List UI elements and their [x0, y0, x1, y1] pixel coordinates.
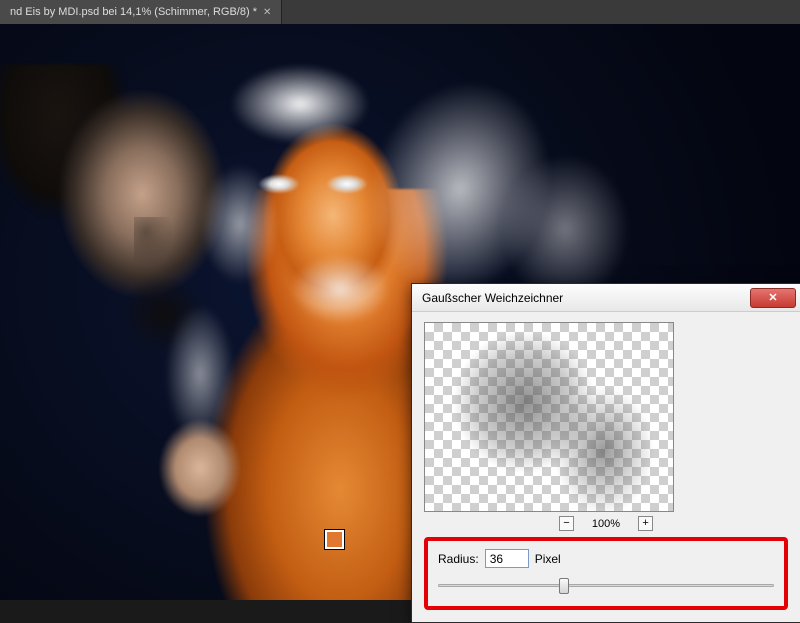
color-swatch[interactable] — [325, 530, 344, 549]
artwork-flame-wisp — [500, 154, 630, 304]
dialog-titlebar[interactable]: Gaußscher Weichzeichner ✕ — [412, 284, 800, 312]
radius-label: Radius: — [438, 552, 479, 566]
dialog-title: Gaußscher Weichzeichner — [422, 291, 750, 305]
artwork-flame-wisp — [230, 64, 370, 144]
close-icon: ✕ — [768, 291, 777, 304]
gaussian-blur-dialog: Gaußscher Weichzeichner ✕ − 100% + — [411, 283, 800, 623]
artwork-flame-wisp — [290, 254, 390, 324]
canvas-area: Gaußscher Weichzeichner ✕ − 100% + — [0, 24, 800, 600]
slider-track — [438, 584, 774, 587]
document-tab-bar: nd Eis by MDI.psd bei 14,1% (Schimmer, R… — [0, 0, 800, 24]
document-tab-title: nd Eis by MDI.psd bei 14,1% (Schimmer, R… — [10, 6, 257, 18]
document-tab[interactable]: nd Eis by MDI.psd bei 14,1% (Schimmer, R… — [0, 0, 282, 24]
dialog-body: − 100% + Radius: Pixel — [412, 312, 800, 622]
filter-preview[interactable] — [424, 322, 674, 512]
dialog-close-button[interactable]: ✕ — [750, 288, 796, 308]
radius-unit: Pixel — [535, 552, 561, 566]
zoom-in-button[interactable]: + — [638, 516, 653, 531]
minus-icon: − — [563, 518, 569, 529]
plus-icon: + — [642, 518, 648, 529]
zoom-controls: − 100% + — [424, 516, 788, 531]
artwork-flame-wisp — [165, 304, 235, 444]
zoom-level: 100% — [592, 518, 620, 530]
radius-slider[interactable] — [438, 578, 774, 594]
artwork-flame-wisp — [200, 164, 280, 284]
radius-panel-highlight: Radius: Pixel — [424, 537, 788, 610]
zoom-out-button[interactable]: − — [559, 516, 574, 531]
close-icon[interactable]: ✕ — [263, 7, 271, 18]
slider-thumb[interactable] — [559, 578, 569, 594]
radius-input[interactable] — [485, 549, 529, 568]
